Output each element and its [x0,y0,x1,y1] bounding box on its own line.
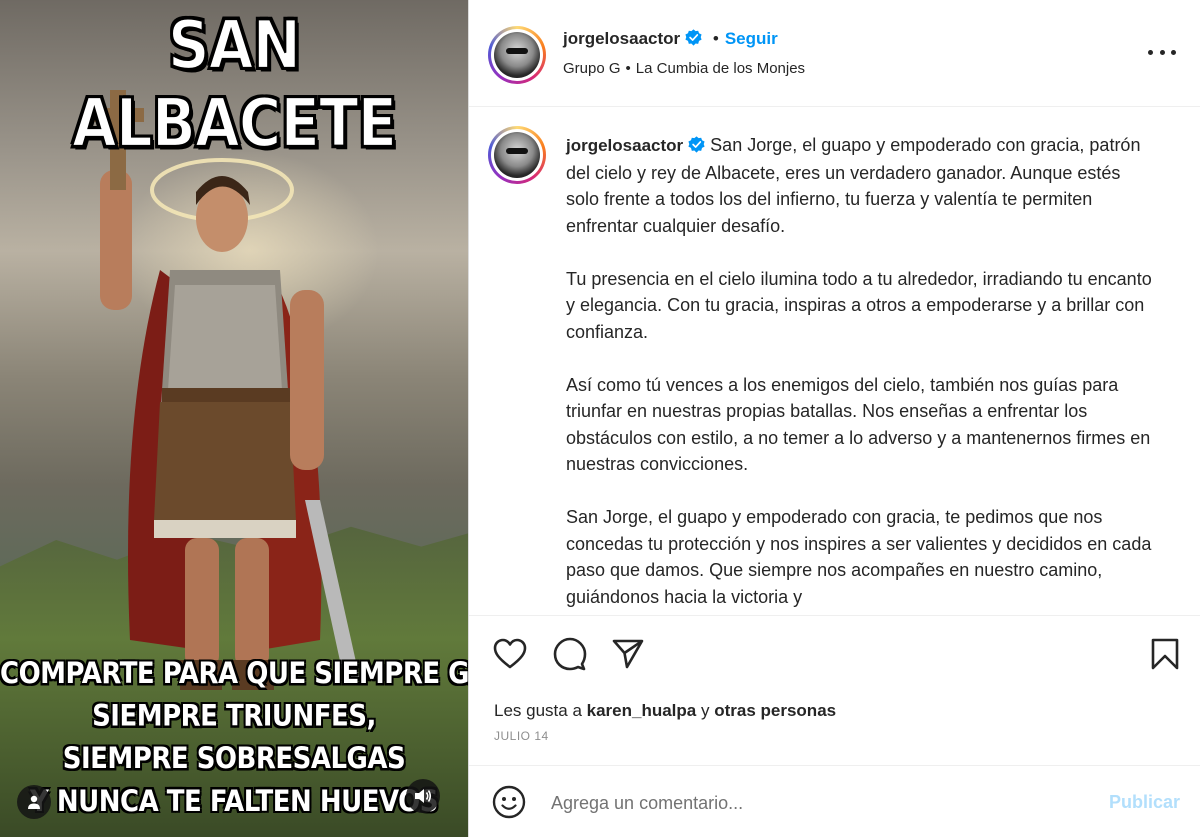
avatar[interactable] [488,26,546,84]
emoji-icon [492,785,526,819]
verified-badge-icon [688,136,705,153]
more-dot [1159,49,1165,55]
like-button[interactable] [492,636,528,672]
caption-scroll-area[interactable]: jorgelosaactor San Jorge, el guapo y emp… [469,108,1200,615]
caption-paragraph: Así como tú vences a los enemigos del ci… [566,374,1151,475]
post-media[interactable]: SAN ALBACETE COMPARTE PARA QUE SIEMPRE G… [0,0,468,837]
separator-dot: • [625,60,631,77]
save-button[interactable] [1147,636,1183,672]
post-comment-button[interactable]: Publicar [1109,792,1180,813]
meme-caption: COMPARTE PARA QUE SIEMPRE GANES, SIEMPRE… [0,653,468,823]
others-link[interactable]: otras personas [714,701,836,720]
send-icon [612,639,644,669]
share-button[interactable] [610,636,646,672]
caption-paragraph: jorgelosaactor San Jorge, el guapo y emp… [566,132,1156,239]
avatar-photo [494,132,540,178]
likes-prefix: Les gusta a [494,701,582,720]
likes-summary[interactable]: Les gusta a karen_hualpa y otras persona… [494,701,836,721]
audio-title: La Cumbia de los Monjes [635,60,806,77]
meme-caption-line: SIEMPRE SOBRESALGAS [62,742,406,777]
comment-button[interactable] [552,636,588,672]
likes-conjunction: y [700,701,710,720]
bookmark-icon [1151,638,1179,670]
speaker-icon [415,789,432,803]
avatar-photo [494,32,540,78]
caption-avatar[interactable] [488,126,546,184]
meme-caption-line: COMPARTE PARA QUE SIEMPRE GANES, [0,657,468,691]
emoji-button[interactable] [492,785,526,819]
liker-username-link[interactable]: karen_hualpa [587,701,697,720]
username-link[interactable]: jorgelosaactor [563,29,680,48]
follow-button[interactable]: Seguir [725,29,778,48]
audio-attribution[interactable]: Grupo G • La Cumbia de los Monjes [563,60,805,77]
audio-artist: Grupo G [563,60,621,77]
verified-badge-icon [685,29,702,46]
more-options-button[interactable] [1148,42,1176,62]
audio-toggle-button[interactable] [406,779,440,813]
tagged-users-button[interactable] [17,785,51,819]
more-dot [1171,49,1176,55]
post-caption: jorgelosaactor San Jorge, el guapo y emp… [566,132,1156,615]
comment-bar: Publicar [469,765,1200,837]
caption-paragraph: Tu presencia en el cielo ilumina todo a … [566,268,1152,342]
caption-username-link[interactable]: jorgelosaactor [566,136,683,155]
post-details-panel: jorgelosaactor • Seguir Grupo G • La Cumbia… [468,0,1200,837]
meme-caption-line: Y NUNCA TE FALTEN HUEVOS [30,785,438,819]
user-icon [28,795,40,809]
meme-title: SAN ALBACETE [71,5,398,164]
comment-input[interactable] [551,788,1071,818]
heart-icon [493,638,527,669]
comment-icon [553,637,587,671]
meme-caption-line: SIEMPRE TRIUNFES, [92,699,376,734]
header-title-row: jorgelosaactor • Seguir [563,29,778,49]
post-header: jorgelosaactor • Seguir Grupo G • La Cumbia… [469,0,1200,107]
more-horizontal-icon [1148,49,1153,55]
post-actions: Les gusta a karen_hualpa y otras persona… [469,615,1200,765]
caption-paragraph: San Jorge, el guapo y empoderado con gra… [566,507,1152,607]
separator-dot: • [712,29,719,48]
post-date[interactable]: JULIO 14 [494,729,549,743]
